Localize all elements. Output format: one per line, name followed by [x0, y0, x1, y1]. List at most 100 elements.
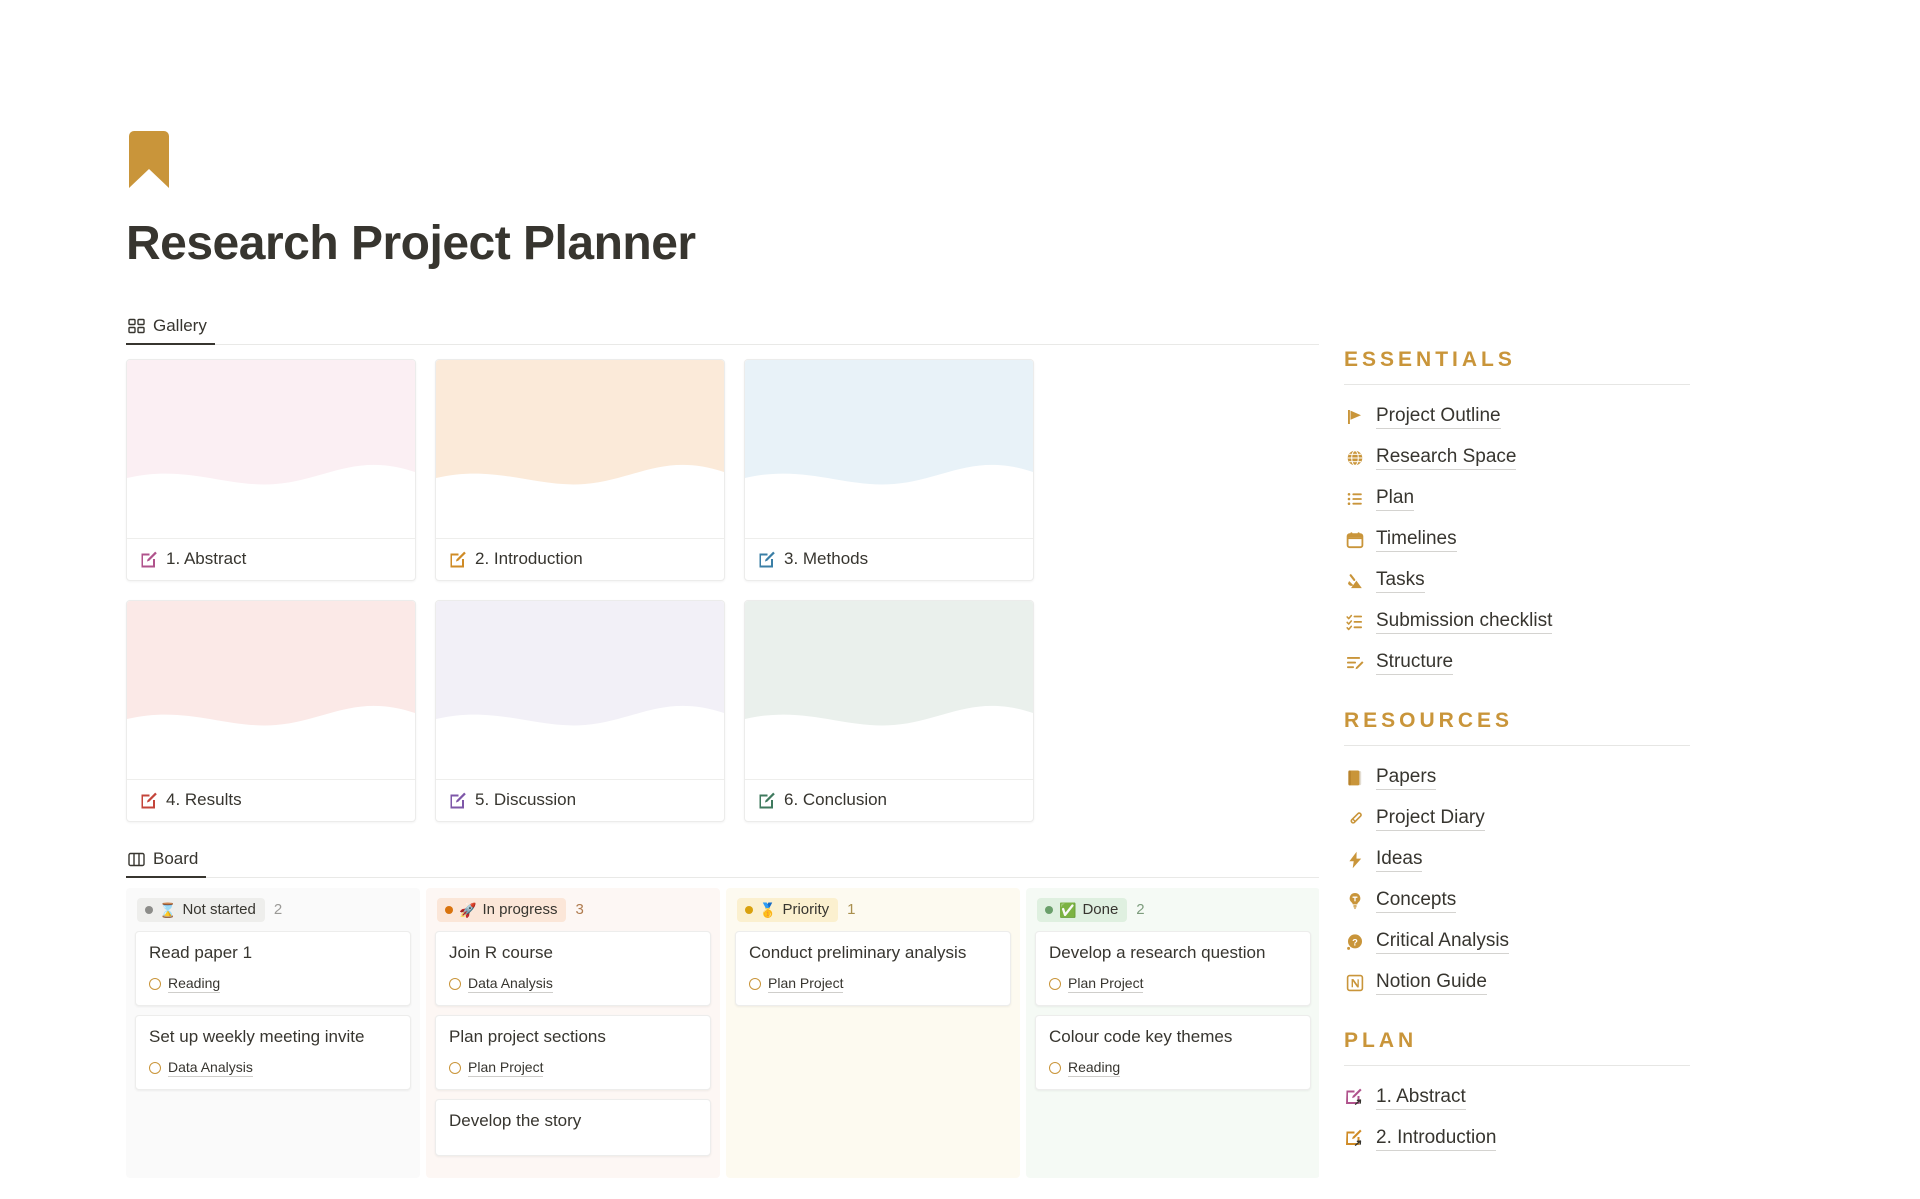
gallery-card[interactable]: 6. Conclusion: [744, 599, 1034, 822]
gallery-card-title: 2. Introduction: [475, 549, 583, 569]
status-emoji-icon: ✅: [1059, 901, 1077, 918]
sidebar-item-papers[interactable]: Papers: [1344, 757, 1690, 798]
circle-ring-icon: [449, 977, 461, 990]
edit-document-icon: [757, 791, 776, 810]
gallery-card-cover: [436, 359, 724, 538]
notion-logo-icon: [1344, 972, 1366, 994]
sidebar-item-concepts[interactable]: Concepts: [1344, 880, 1690, 921]
sidebar-item-plan[interactable]: Plan: [1344, 478, 1690, 519]
board-card[interactable]: Join R course Data Analysis: [435, 930, 711, 1006]
gallery-grid-icon: [128, 318, 145, 335]
sidebar-item-label: Notion Guide: [1376, 971, 1487, 995]
board-card-tag[interactable]: Reading: [149, 975, 397, 993]
board-column-count: 3: [575, 901, 584, 919]
sidebar-section-divider: [1344, 745, 1690, 746]
board-columns: ⌛ Not started 2 Read paper 1 Reading Set up w…: [126, 887, 1319, 1178]
board-card-tag[interactable]: Plan Project: [1049, 975, 1297, 993]
sidebar-section-divider: [1344, 1065, 1690, 1066]
sidebar-item-ideas[interactable]: Ideas: [1344, 839, 1690, 880]
gallery-card-label: 2. Introduction: [436, 537, 724, 580]
board-card-tag-label: Plan Project: [768, 974, 844, 993]
board-card-tag[interactable]: Data Analysis: [449, 975, 697, 993]
gallery-card[interactable]: 5. Discussion: [435, 599, 725, 822]
sidebar-item-critical-analysis[interactable]: ? Critical Analysis: [1344, 921, 1690, 962]
tools-icon: [1344, 570, 1366, 592]
board-card-tag-label: Reading: [168, 974, 221, 993]
board-card[interactable]: Plan project sections Plan Project: [435, 1014, 711, 1090]
board-column-status-chip[interactable]: 🚀 In progress: [437, 897, 567, 922]
board-card-tag[interactable]: Plan Project: [749, 975, 997, 993]
sidebar-item-project-outline[interactable]: Project Outline: [1344, 396, 1690, 437]
edit-document-icon: [139, 550, 158, 569]
gallery-card-cover: [745, 600, 1033, 779]
gallery-card[interactable]: 3. Methods: [744, 358, 1034, 581]
sidebar-item-notion-guide[interactable]: Notion Guide: [1344, 962, 1690, 1003]
status-dot-icon: [445, 905, 453, 914]
board-column-status-chip[interactable]: ⌛ Not started: [137, 897, 265, 922]
board-card-tag-label: Data Analysis: [468, 974, 553, 993]
gallery-card[interactable]: 4. Results: [126, 599, 416, 822]
sidebar-item-label: Concepts: [1376, 889, 1457, 913]
gallery-card[interactable]: 2. Introduction: [435, 358, 725, 581]
main-content: Research Project Planner Gallery 1. Abst…: [0, 128, 1330, 1199]
sidebar-item-structure[interactable]: Structure: [1344, 642, 1690, 683]
sidebar-item-label: Timelines: [1376, 528, 1457, 552]
gallery-card-label: 3. Methods: [745, 537, 1033, 580]
sidebar-item-label: 2. Introduction: [1376, 1127, 1497, 1151]
gallery-card-title: 6. Conclusion: [784, 790, 888, 810]
board-card[interactable]: Develop a research question Plan Project: [1035, 930, 1311, 1006]
board-card-title: Develop a research question: [1049, 942, 1266, 962]
sidebar-section: PLAN 1. Abstract 2. Introduction: [1344, 1029, 1690, 1159]
board-card-tag[interactable]: Plan Project: [449, 1059, 697, 1077]
sidebar-section-divider: [1344, 384, 1690, 385]
status-emoji-icon: 🚀: [459, 901, 477, 918]
board-columns-icon: [128, 851, 145, 868]
gallery-card[interactable]: 1. Abstract: [126, 358, 416, 581]
circle-ring-icon: [449, 1061, 461, 1074]
question-bubble-icon: ?: [1344, 931, 1366, 953]
sidebar-item-label: Ideas: [1376, 848, 1423, 872]
board-card-tag-label: Plan Project: [468, 1058, 544, 1077]
calendar-icon: [1344, 529, 1366, 551]
sidebar-item-label: Critical Analysis: [1376, 930, 1510, 954]
sidebar-item-project-diary[interactable]: Project Diary: [1344, 798, 1690, 839]
tab-board-label: Board: [153, 849, 199, 869]
board-card[interactable]: Develop the story: [435, 1098, 711, 1156]
board-card[interactable]: Conduct preliminary analysis Plan Project: [735, 930, 1011, 1006]
sidebar-item-2-introduction[interactable]: 2. Introduction: [1344, 1118, 1690, 1159]
pencil-icon: [1344, 808, 1366, 830]
board-card[interactable]: Colour code key themes Reading: [1035, 1014, 1311, 1090]
sidebar-item-timelines[interactable]: Timelines: [1344, 519, 1690, 560]
board-card[interactable]: Set up weekly meeting invite Data Analysi…: [135, 1014, 411, 1090]
bullet-list-icon: [1344, 488, 1366, 510]
status-dot-icon: [1045, 905, 1053, 914]
board-column-status-chip[interactable]: ✅ Done: [1037, 897, 1128, 922]
board-column-count: 2: [1136, 901, 1145, 919]
gallery-view-tabbar: Gallery: [126, 309, 1319, 345]
edit-list-icon: [1344, 652, 1366, 674]
edit-document-icon: [448, 791, 467, 810]
board-column-name: In progress: [482, 901, 558, 919]
board-column-status-chip[interactable]: 🥇 Priority: [737, 897, 839, 922]
globe-icon: [1344, 447, 1366, 469]
board-card[interactable]: Read paper 1 Reading: [135, 930, 411, 1006]
sidebar-item-submission-checklist[interactable]: Submission checklist: [1344, 601, 1690, 642]
sidebar-item-research-space[interactable]: Research Space: [1344, 437, 1690, 478]
board-card-tag[interactable]: Reading: [1049, 1059, 1297, 1077]
sidebar-item-label: Research Space: [1376, 446, 1517, 470]
board-card-tag[interactable]: Data Analysis: [149, 1059, 397, 1077]
sidebar-item-1-abstract[interactable]: 1. Abstract: [1344, 1077, 1690, 1118]
circle-ring-icon: [1049, 977, 1061, 990]
circle-ring-icon: [149, 1061, 161, 1074]
board-column: 🚀 In progress 3 Join R course Data Analysis P…: [426, 887, 720, 1178]
sidebar-item-tasks[interactable]: Tasks: [1344, 560, 1690, 601]
board-column-name: Done: [1082, 901, 1119, 919]
edit-document-link-icon: [1344, 1128, 1366, 1150]
tab-board[interactable]: Board: [126, 843, 207, 878]
gallery-card-grid: 1. Abstract 2. Introduction 3. Methods 4. R…: [126, 358, 1326, 822]
svg-text:?: ?: [1352, 936, 1358, 947]
sidebar-item-label: Submission checklist: [1376, 610, 1553, 634]
gallery-card-title: 4. Results: [166, 790, 242, 810]
status-emoji-icon: ⌛: [159, 901, 177, 918]
tab-gallery[interactable]: Gallery: [126, 310, 215, 345]
